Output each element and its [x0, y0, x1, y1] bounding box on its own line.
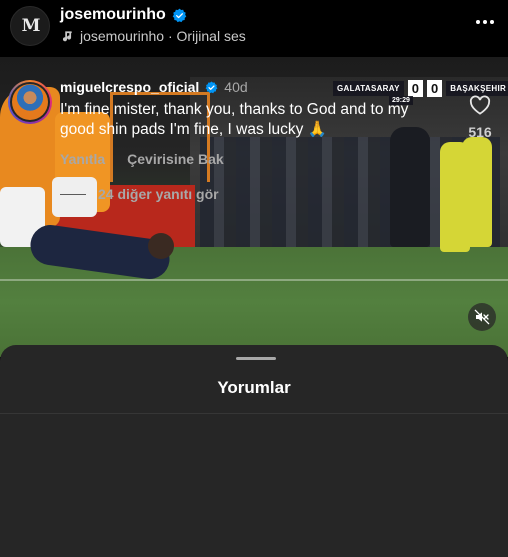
view-more-replies[interactable]: 24 diğer yanıtı gör — [60, 186, 219, 202]
verified-badge-icon — [205, 81, 218, 93]
audio-link[interactable]: josemourinho · Orijinal ses — [60, 28, 246, 44]
fallen-player-head — [148, 233, 174, 259]
home-score: 0 — [407, 79, 423, 97]
comments-title: Yorumlar — [217, 378, 291, 397]
reply-button[interactable]: Yanıtla — [60, 151, 105, 167]
mute-button[interactable] — [468, 303, 496, 331]
comment-header: miguelcrespo_oficial 40d — [60, 79, 248, 95]
verified-badge-icon — [172, 8, 187, 22]
profile-avatar[interactable]: M — [10, 6, 50, 46]
comment-age: 40d — [224, 79, 248, 95]
music-note-icon — [62, 31, 72, 42]
commenter-avatar[interactable] — [8, 80, 52, 124]
speaker-muted-icon — [474, 309, 490, 325]
post-header: M josemourinho josemourinho · Orijinal s… — [0, 0, 508, 57]
commenter-username[interactable]: miguelcrespo_oficial — [60, 79, 199, 95]
like-count: 516 — [468, 124, 492, 140]
divider — [0, 413, 508, 414]
official — [462, 137, 492, 247]
more-options-icon[interactable] — [476, 16, 496, 28]
comment-actions: Yanıtla Çevirisine Bak — [60, 151, 224, 167]
steward — [390, 127, 430, 247]
username-link[interactable]: josemourinho — [60, 6, 166, 24]
replies-line — [60, 193, 86, 195]
avatar-logo: M — [21, 16, 41, 36]
away-team: BAŞAKŞEHIR — [446, 80, 508, 96]
away-score: 0 — [426, 79, 443, 97]
comment-text: I'm fine mister, thank you, thanks to Go… — [60, 101, 409, 138]
drag-handle[interactable] — [236, 357, 276, 360]
more-replies-label: 24 diğer yanıtı gör — [98, 186, 219, 202]
username-row: josemourinho — [60, 6, 187, 24]
home-team: GALATASARAY — [333, 80, 404, 96]
comments-sheet: Yorumlar — [0, 345, 508, 557]
pitch-line — [0, 279, 508, 281]
heart-icon[interactable] — [469, 95, 491, 115]
audio-label: josemourinho · Orijinal ses — [80, 28, 246, 44]
see-translation-button[interactable]: Çevirisine Bak — [127, 151, 224, 167]
